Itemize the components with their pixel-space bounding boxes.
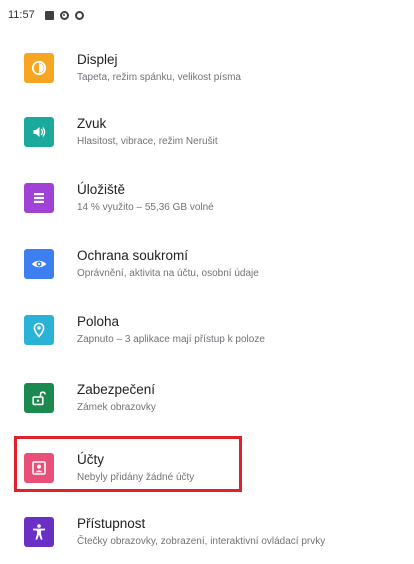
accessibility-person-icon bbox=[24, 517, 54, 547]
settings-item-privacy[interactable]: Ochrana soukromí Oprávnění, aktivita na … bbox=[0, 232, 414, 296]
settings-item-text: Ochrana soukromí Oprávnění, aktivita na … bbox=[77, 247, 259, 281]
display-brightness-icon bbox=[24, 53, 54, 83]
settings-item-subtitle: Zámek obrazovky bbox=[77, 402, 156, 413]
settings-item-subtitle: 14 % využito – 55,36 GB volné bbox=[77, 202, 214, 213]
settings-item-title: Ochrana soukromí bbox=[77, 248, 189, 263]
settings-item-subtitle: Tapeta, režim spánku, velikost písma bbox=[77, 72, 241, 83]
settings-item-subtitle: Oprávnění, aktivita na účtu, osobní údaj… bbox=[77, 268, 259, 279]
settings-item-text: Poloha Zapnuto – 3 aplikace mají přístup… bbox=[77, 313, 265, 347]
location-pin-icon bbox=[24, 315, 54, 345]
settings-item-subtitle: Zapnuto – 3 aplikace mají přístup k polo… bbox=[77, 334, 265, 345]
settings-item-location[interactable]: Poloha Zapnuto – 3 aplikace mají přístup… bbox=[0, 298, 414, 362]
notification-box-icon bbox=[44, 10, 54, 20]
status-bar: 11:57 bbox=[0, 0, 414, 30]
settings-item-text: Zabezpečení Zámek obrazovky bbox=[77, 381, 156, 415]
settings-item-text: Účty Nebyly přidány žádné účty bbox=[77, 451, 194, 485]
settings-item-title: Úložiště bbox=[77, 182, 126, 197]
settings-item-subtitle: Čtečky obrazovky, zobrazení, interaktivn… bbox=[77, 536, 326, 547]
settings-item-security[interactable]: Zabezpečení Zámek obrazovky bbox=[0, 366, 414, 430]
settings-item-title: Zvuk bbox=[77, 116, 107, 131]
status-time: 11:57 bbox=[8, 9, 35, 21]
storage-icon bbox=[24, 183, 54, 213]
settings-item-title: Displej bbox=[77, 52, 118, 67]
settings-item-title: Poloha bbox=[77, 314, 120, 329]
settings-item-accessibility[interactable]: Přístupnost Čtečky obrazovky, zobrazení,… bbox=[0, 500, 414, 564]
settings-item-storage[interactable]: Úložiště 14 % využito – 55,36 GB volné bbox=[0, 166, 414, 230]
settings-item-accounts[interactable]: Účty Nebyly přidány žádné účty bbox=[0, 436, 414, 500]
settings-item-title: Zabezpečení bbox=[77, 382, 156, 397]
settings-item-subtitle: Hlasitost, vibrace, režim Nerušit bbox=[77, 136, 218, 147]
settings-item-text: Přístupnost Čtečky obrazovky, zobrazení,… bbox=[77, 515, 325, 549]
settings-item-sound[interactable]: Zvuk Hlasitost, vibrace, režim Nerušit bbox=[0, 100, 414, 164]
privacy-eye-icon bbox=[24, 249, 54, 279]
settings-item-text: Zvuk Hlasitost, vibrace, režim Nerušit bbox=[77, 115, 218, 149]
settings-item-title: Účty bbox=[77, 452, 104, 467]
account-icon bbox=[24, 453, 54, 483]
ring-icon bbox=[74, 10, 84, 20]
padlock-icon bbox=[24, 383, 54, 413]
settings-item-text: Úložiště 14 % využito – 55,36 GB volné bbox=[77, 181, 214, 215]
gear-icon bbox=[59, 10, 69, 20]
speaker-icon bbox=[24, 117, 54, 147]
settings-item-subtitle: Nebyly přidány žádné účty bbox=[77, 472, 195, 483]
settings-item-display[interactable]: Displej Tapeta, režim spánku, velikost p… bbox=[0, 36, 414, 100]
settings-item-text: Displej Tapeta, režim spánku, velikost p… bbox=[77, 51, 241, 85]
settings-item-title: Přístupnost bbox=[77, 516, 146, 531]
